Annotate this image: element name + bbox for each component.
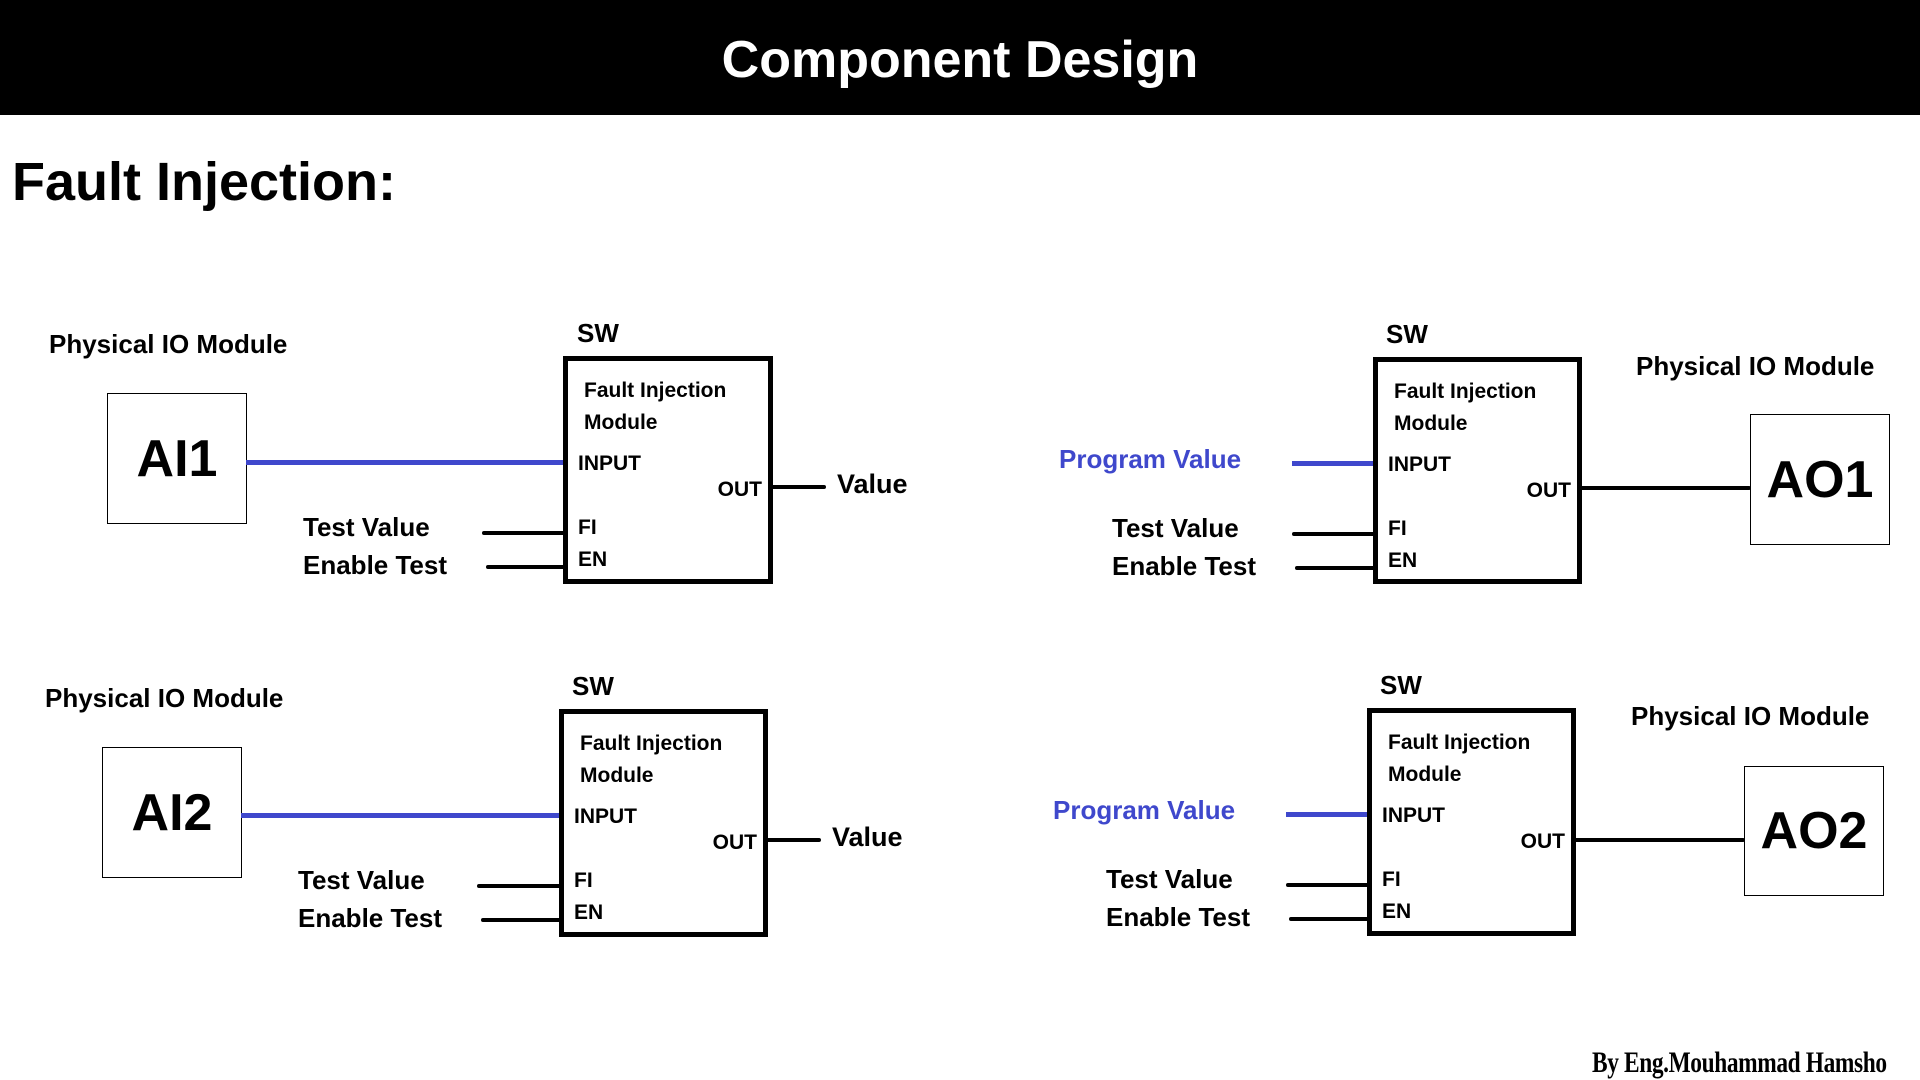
io-module-name: AO2 xyxy=(1760,802,1868,860)
io-module-ai2: AI2 xyxy=(102,747,242,878)
en-wire xyxy=(481,918,561,922)
en-signal-label: Enable Test xyxy=(298,903,443,933)
physical-io-label: Physical IO Module xyxy=(1636,351,1875,381)
port-en: EN xyxy=(1382,900,1412,923)
sw-label: SW xyxy=(572,671,614,701)
module-title-line1: Fault Injection xyxy=(584,379,727,402)
en-signal-label: Enable Test xyxy=(1106,902,1251,932)
input-signal-label: Program Value xyxy=(1053,795,1236,825)
io-module-name: AI2 xyxy=(131,783,213,842)
port-fi: FI xyxy=(574,869,593,892)
en-wire xyxy=(1289,917,1369,921)
port-en: EN xyxy=(1388,549,1418,572)
sw-label: SW xyxy=(577,318,619,348)
fi-wire xyxy=(1286,883,1370,887)
module-title-line2: Module xyxy=(584,411,658,434)
port-out: OUT xyxy=(717,478,762,501)
port-en: EN xyxy=(574,901,604,924)
module-title-line2: Module xyxy=(580,764,654,787)
io-module-ai1: AI1 xyxy=(107,393,247,524)
input-wire xyxy=(246,460,564,465)
fi-wire xyxy=(477,884,561,888)
port-fi: FI xyxy=(1388,517,1407,540)
page-title: Component Design xyxy=(721,31,1199,89)
port-fi: FI xyxy=(578,516,597,539)
physical-io-label: Physical IO Module xyxy=(45,683,284,713)
port-input: INPUT xyxy=(578,452,641,475)
port-out: OUT xyxy=(1526,479,1571,502)
fault-injection-module: Fault Injection Module INPUT OUT FI EN xyxy=(1373,357,1582,584)
section-title: Fault Injection: xyxy=(12,152,396,212)
port-input: INPUT xyxy=(1388,453,1451,476)
en-signal-label: Enable Test xyxy=(303,550,448,580)
output-wire xyxy=(770,485,826,489)
module-title-line1: Fault Injection xyxy=(1388,731,1531,754)
sw-label: SW xyxy=(1380,670,1422,700)
fi-signal-label: Test Value xyxy=(1112,513,1239,543)
output-signal-label: Value xyxy=(832,822,903,852)
module-title-line1: Fault Injection xyxy=(580,732,723,755)
port-en: EN xyxy=(578,548,608,571)
author-credit: By Eng.Mouhammad Hamsho xyxy=(1592,1046,1887,1079)
input-wire xyxy=(1292,461,1374,466)
port-fi: FI xyxy=(1382,868,1401,891)
en-wire xyxy=(1295,566,1375,570)
fault-injection-module: Fault Injection Module INPUT OUT FI EN xyxy=(1367,708,1576,936)
output-wire xyxy=(1579,486,1751,490)
fault-injection-module: Fault Injection Module INPUT OUT FI EN xyxy=(559,709,768,937)
input-signal-label: Program Value xyxy=(1059,444,1242,474)
en-signal-label: Enable Test xyxy=(1112,551,1257,581)
io-module-name: AI1 xyxy=(136,429,218,488)
port-input: INPUT xyxy=(574,805,637,828)
fault-injection-module: Fault Injection Module INPUT OUT FI EN xyxy=(563,356,773,584)
en-wire xyxy=(486,565,566,569)
port-out: OUT xyxy=(712,831,757,854)
output-wire xyxy=(765,838,821,842)
port-input: INPUT xyxy=(1382,804,1445,827)
io-module-name: AO1 xyxy=(1766,450,1874,509)
module-title-line1: Fault Injection xyxy=(1394,380,1537,403)
fi-signal-label: Test Value xyxy=(303,512,430,542)
physical-io-label: Physical IO Module xyxy=(1631,701,1870,731)
fi-signal-label: Test Value xyxy=(298,865,425,895)
input-wire xyxy=(241,813,560,818)
io-module-ao2: AO2 xyxy=(1744,766,1884,896)
sw-label: SW xyxy=(1386,319,1428,349)
physical-io-label: Physical IO Module xyxy=(49,329,288,359)
header-bar: Component Design xyxy=(0,0,1920,115)
fi-wire xyxy=(482,531,566,535)
fi-wire xyxy=(1292,532,1376,536)
output-wire xyxy=(1573,838,1745,842)
module-title-line2: Module xyxy=(1394,412,1468,435)
io-module-ao1: AO1 xyxy=(1750,414,1890,545)
input-wire xyxy=(1286,812,1368,817)
port-out: OUT xyxy=(1520,830,1565,853)
output-signal-label: Value xyxy=(837,469,908,499)
fi-signal-label: Test Value xyxy=(1106,864,1233,894)
module-title-line2: Module xyxy=(1388,763,1462,786)
